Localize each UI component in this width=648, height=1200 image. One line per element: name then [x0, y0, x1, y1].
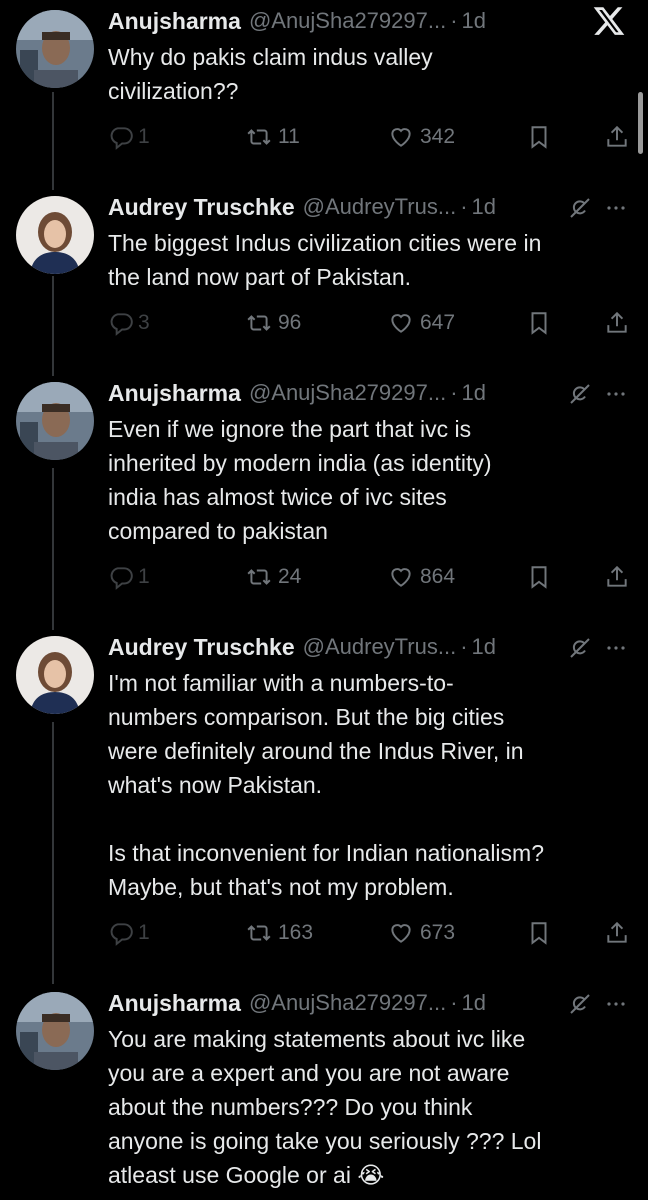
reply-count: 1: [138, 565, 150, 588]
more-icon[interactable]: [604, 382, 628, 406]
action-bar: 1 24 864: [108, 560, 638, 594]
share-button[interactable]: [604, 306, 630, 340]
tweet[interactable]: Anujsharma @AnujSha279297... · 1d You ar…: [0, 986, 648, 1200]
more-icon[interactable]: [604, 196, 628, 220]
author-name[interactable]: Anujsharma: [108, 380, 241, 407]
bookmark-button[interactable]: [526, 916, 552, 950]
tweet[interactable]: Audrey Truschke @AudreyTrus... · 1d The …: [0, 190, 648, 360]
retweet-icon: [247, 925, 271, 941]
tweet[interactable]: Anujsharma @AnujSha279297... · 1d Why do…: [0, 4, 648, 174]
retweet-button[interactable]: 163: [246, 916, 313, 950]
retweet-icon: [247, 129, 271, 145]
tweet-text: Even if we ignore the part that ivc is i…: [108, 416, 492, 544]
like-button[interactable]: 647: [388, 306, 455, 340]
tweet-text: You are making statements about ivc like…: [108, 1026, 542, 1188]
reply-button[interactable]: 3: [108, 306, 150, 340]
tweet[interactable]: Anujsharma @AnujSha279297... · 1d Even i…: [0, 376, 648, 616]
like-button[interactable]: 864: [388, 560, 455, 594]
reply-count: 1: [138, 125, 150, 148]
reply-icon: [110, 313, 133, 336]
heart-icon: [391, 924, 411, 943]
separator: ·: [460, 634, 468, 659]
reply-count: 1: [138, 921, 150, 944]
retweet-count: 11: [278, 125, 300, 148]
tweet-text: Why do pakis claim indus valley civiliza…: [108, 44, 433, 104]
heart-icon: [391, 314, 411, 333]
like-count: 342: [420, 125, 456, 148]
bookmark-button[interactable]: [526, 120, 552, 154]
author-handle[interactable]: @AnujSha279297...: [249, 380, 446, 406]
retweet-button[interactable]: 96: [246, 306, 301, 340]
retweet-icon: [247, 315, 271, 331]
timestamp[interactable]: 1d: [462, 990, 486, 1016]
retweet-count: 24: [278, 565, 302, 588]
timestamp[interactable]: 1d: [462, 380, 486, 406]
separator: ·: [460, 194, 468, 219]
reply-button[interactable]: 1: [108, 916, 150, 950]
timestamp[interactable]: 1d: [472, 634, 496, 660]
like-count: 647: [420, 311, 456, 334]
author-handle[interactable]: @AudreyTrus...: [303, 634, 457, 660]
reply-button[interactable]: 1: [108, 560, 150, 594]
reply-button[interactable]: 1: [108, 120, 150, 154]
like-button[interactable]: 673: [388, 916, 455, 950]
reply-icon: [110, 923, 133, 946]
separator: ·: [450, 380, 458, 405]
heart-icon: [391, 128, 411, 147]
reply-count: 3: [138, 311, 150, 334]
share-icon: [607, 311, 627, 333]
action-bar: 1 163 673: [108, 916, 638, 950]
grok-icon[interactable]: [568, 636, 592, 660]
share-button[interactable]: [604, 916, 630, 950]
bookmark-icon: [531, 566, 547, 589]
author-name[interactable]: Anujsharma: [108, 990, 241, 1017]
more-icon[interactable]: [604, 636, 628, 660]
share-icon: [607, 125, 627, 147]
avatar[interactable]: [16, 10, 94, 88]
bookmark-icon: [531, 312, 547, 335]
author-handle[interactable]: @AudreyTrus...: [303, 194, 457, 220]
retweet-icon: [247, 569, 271, 585]
share-icon: [607, 921, 627, 943]
share-button[interactable]: [604, 120, 630, 154]
grok-icon[interactable]: [568, 382, 592, 406]
like-count: 864: [420, 565, 456, 588]
like-button[interactable]: 342: [388, 120, 455, 154]
timestamp[interactable]: 1d: [462, 8, 486, 34]
retweet-count: 163: [278, 921, 314, 944]
tweet-text: I'm not familiar with a numbers-to- numb…: [108, 670, 544, 900]
reply-icon: [110, 567, 133, 590]
bookmark-icon: [531, 922, 547, 945]
more-icon[interactable]: [604, 992, 628, 1016]
action-bar: 1 11 342: [108, 120, 638, 154]
bookmark-button[interactable]: [526, 560, 552, 594]
avatar[interactable]: [16, 992, 94, 1070]
retweet-button[interactable]: 24: [246, 560, 301, 594]
tweet-text: The biggest Indus civilization cities we…: [108, 230, 542, 290]
share-icon: [607, 565, 627, 587]
author-name[interactable]: Audrey Truschke: [108, 194, 295, 221]
tweet[interactable]: Audrey Truschke @AudreyTrus... · 1d I'm …: [0, 630, 648, 970]
separator: ·: [450, 990, 458, 1015]
heart-icon: [391, 568, 411, 587]
avatar[interactable]: [16, 382, 94, 460]
share-button[interactable]: [604, 560, 630, 594]
reply-icon: [110, 127, 133, 150]
grok-icon[interactable]: [568, 992, 592, 1016]
timestamp[interactable]: 1d: [472, 194, 496, 220]
author-handle[interactable]: @AnujSha279297...: [249, 8, 446, 34]
avatar[interactable]: [16, 196, 94, 274]
bookmark-button[interactable]: [526, 306, 552, 340]
avatar[interactable]: [16, 636, 94, 714]
bookmark-icon: [531, 126, 547, 149]
retweet-count: 96: [278, 311, 302, 334]
author-handle[interactable]: @AnujSha279297...: [249, 990, 446, 1016]
action-bar: 3 96 647: [108, 306, 638, 340]
grok-icon[interactable]: [568, 196, 592, 220]
author-name[interactable]: Anujsharma: [108, 8, 241, 35]
author-name[interactable]: Audrey Truschke: [108, 634, 295, 661]
separator: ·: [450, 8, 458, 33]
like-count: 673: [420, 921, 456, 944]
retweet-button[interactable]: 11: [246, 120, 300, 154]
